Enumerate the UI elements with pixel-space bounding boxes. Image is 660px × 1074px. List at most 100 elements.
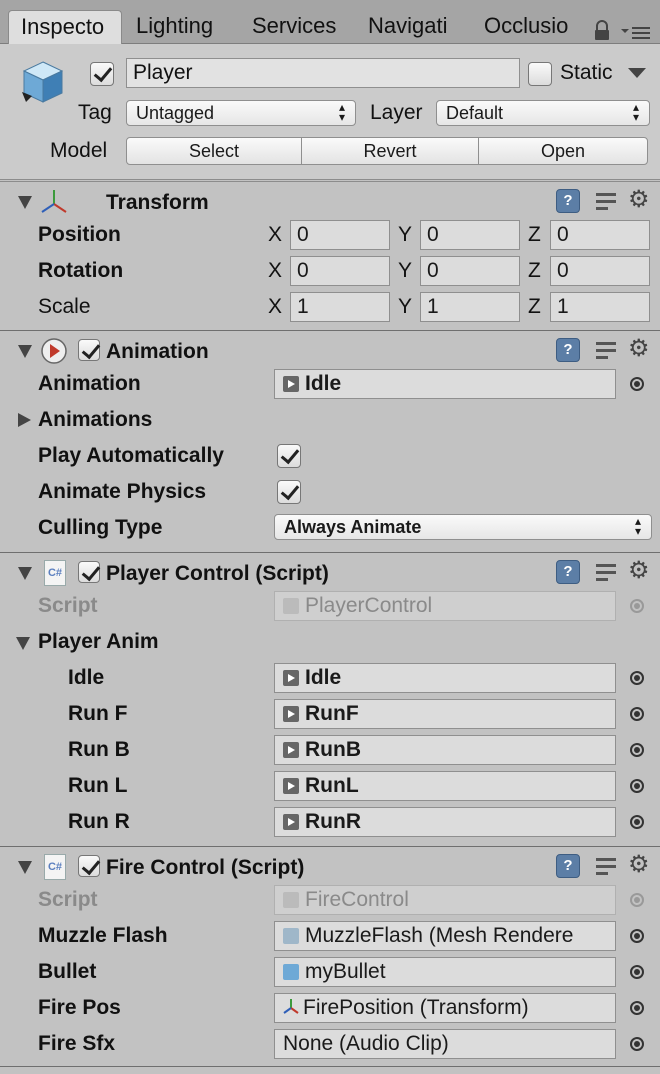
mesh-renderer-icon	[283, 928, 299, 944]
layer-dropdown[interactable]: Default ▴ ▾	[436, 100, 650, 126]
animation-clip-value: Idle	[305, 372, 342, 395]
scale-x-field[interactable]: 1	[290, 292, 390, 322]
animation-component: Animation ? ⚙ Animation Idle Animations …	[0, 330, 660, 552]
object-picker-icon[interactable]	[630, 743, 644, 757]
animations-label[interactable]: Animations	[38, 407, 152, 433]
foldout-icon[interactable]	[18, 345, 32, 358]
fire-control-component: C# Fire Control (Script) ? ⚙ Script Fire…	[0, 846, 660, 1066]
animate-physics-checkbox[interactable]	[277, 480, 301, 504]
foldout-collapsed-icon[interactable]	[18, 413, 31, 427]
tab-services[interactable]: Services	[240, 10, 354, 44]
help-icon[interactable]: ?	[556, 854, 580, 878]
position-label: Position	[38, 223, 121, 246]
foldout-icon[interactable]	[18, 567, 32, 580]
animation-clip-field[interactable]: Idle	[274, 369, 616, 399]
culling-type-value: Always Animate	[284, 517, 422, 537]
rotation-z-field[interactable]: 0	[550, 256, 650, 286]
position-x-field[interactable]: 0	[290, 220, 390, 250]
run-f-field[interactable]: RunF	[274, 699, 616, 729]
help-icon[interactable]: ?	[556, 338, 580, 362]
object-picker-icon[interactable]	[630, 377, 644, 391]
foldout-icon[interactable]	[16, 637, 30, 650]
model-revert-button[interactable]: Revert	[301, 137, 479, 165]
tag-dropdown[interactable]: Untagged ▴ ▾	[126, 100, 356, 126]
idle-field[interactable]: Idle	[274, 663, 616, 693]
bullet-field[interactable]: myBullet	[274, 957, 616, 987]
position-z-field[interactable]: 0	[550, 220, 650, 250]
animation-clip-label: Animation	[38, 372, 141, 395]
tab-lighting[interactable]: Lighting	[124, 10, 240, 44]
culling-type-dropdown[interactable]: Always Animate ▴ ▾	[274, 514, 652, 540]
muzzle-flash-label: Muzzle Flash	[38, 924, 168, 947]
fire-pos-value: FirePosition (Transform)	[303, 996, 529, 1019]
foldout-icon[interactable]	[18, 861, 32, 874]
fire-pos-field[interactable]: FirePosition (Transform)	[274, 993, 616, 1023]
model-select-button[interactable]: Select	[126, 137, 302, 165]
scale-z-field[interactable]: 1	[550, 292, 650, 322]
model-open-button[interactable]: Open	[478, 137, 648, 165]
help-icon[interactable]: ?	[556, 560, 580, 584]
object-picker-icon[interactable]	[630, 965, 644, 979]
name-field[interactable]: Player	[126, 58, 520, 88]
rotation-y-field[interactable]: 0	[420, 256, 520, 286]
object-picker-icon[interactable]	[630, 929, 644, 943]
presets-icon[interactable]	[594, 560, 618, 584]
fire-pos-label: Fire Pos	[38, 996, 121, 1019]
run-r-field[interactable]: RunR	[274, 807, 616, 837]
gear-icon[interactable]: ⚙	[628, 337, 650, 361]
player-control-enabled-checkbox[interactable]	[78, 561, 100, 583]
script-field: FireControl	[274, 885, 616, 915]
muzzle-flash-field[interactable]: MuzzleFlash (Mesh Rendere	[274, 921, 616, 951]
static-label: Static	[560, 61, 613, 84]
fire-sfx-field[interactable]: None (Audio Clip)	[274, 1029, 616, 1059]
presets-icon[interactable]	[594, 854, 618, 878]
gameobject-icon	[22, 61, 64, 103]
run-f-value: RunF	[305, 702, 359, 725]
axis-z-label: Z	[528, 259, 541, 282]
tab-occlusion[interactable]: Occlusio	[472, 10, 580, 44]
run-l-field[interactable]: RunL	[274, 771, 616, 801]
fire-control-enabled-checkbox[interactable]	[78, 855, 100, 877]
axis-x-label: X	[268, 259, 283, 282]
object-picker-icon[interactable]	[630, 1037, 644, 1051]
object-picker-icon[interactable]	[630, 1001, 644, 1015]
tab-menu-icon[interactable]	[620, 24, 652, 40]
gear-icon[interactable]: ⚙	[628, 559, 650, 583]
gear-icon[interactable]: ⚙	[628, 188, 650, 212]
play-automatically-checkbox[interactable]	[277, 444, 301, 468]
axis-y-label: Y	[398, 295, 413, 318]
run-l-label: Run L	[68, 774, 128, 797]
lock-icon[interactable]	[592, 20, 612, 42]
animate-physics-label: Animate Physics	[38, 480, 207, 503]
tab-inspector[interactable]: Inspecto	[8, 10, 122, 44]
presets-icon[interactable]	[594, 338, 618, 362]
run-b-label: Run B	[68, 738, 130, 761]
object-picker-icon[interactable]	[630, 707, 644, 721]
animation-clip-icon	[283, 742, 299, 758]
player-anim-label[interactable]: Player Anim	[38, 629, 159, 655]
script-label: Script	[38, 888, 98, 911]
tab-navigation[interactable]: Navigati	[356, 10, 470, 44]
object-picker-icon	[630, 599, 644, 613]
transform-title: Transform	[106, 191, 209, 214]
help-icon[interactable]: ?	[556, 189, 580, 213]
static-dropdown-icon[interactable]	[626, 66, 648, 80]
rotation-x-field[interactable]: 0	[290, 256, 390, 286]
player-control-component: C# Player Control (Script) ? ⚙ Script Pl…	[0, 552, 660, 846]
active-checkbox[interactable]	[90, 62, 114, 86]
object-picker-icon[interactable]	[630, 815, 644, 829]
run-l-value: RunL	[305, 774, 359, 797]
idle-value: Idle	[305, 666, 342, 689]
position-y-field[interactable]: 0	[420, 220, 520, 250]
animation-enabled-checkbox[interactable]	[78, 339, 100, 361]
gear-icon[interactable]: ⚙	[628, 853, 650, 877]
presets-icon[interactable]	[594, 189, 618, 213]
scale-y-field[interactable]: 1	[420, 292, 520, 322]
object-picker-icon[interactable]	[630, 779, 644, 793]
object-picker-icon[interactable]	[630, 671, 644, 685]
updown-icon: ▴ ▾	[635, 514, 642, 538]
static-checkbox[interactable]	[528, 62, 552, 86]
run-b-field[interactable]: RunB	[274, 735, 616, 765]
inspector-bottom-divider	[0, 1066, 660, 1074]
foldout-icon[interactable]	[18, 196, 32, 209]
